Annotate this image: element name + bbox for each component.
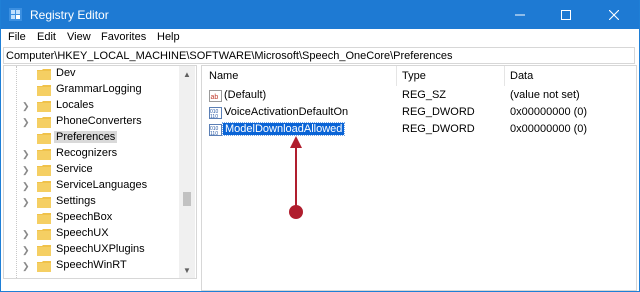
value-data: (value not set) (510, 89, 580, 101)
folder-icon (37, 181, 51, 192)
svg-text:110: 110 (210, 114, 218, 119)
column-header-data[interactable]: Data (510, 70, 533, 82)
tree-item-label: ServiceLanguages (56, 179, 148, 191)
scroll-down-icon[interactable]: ▼ (179, 262, 195, 278)
svg-text:ab: ab (211, 94, 219, 101)
value-name: ModelDownloadAllowed (221, 122, 346, 136)
expand-chevron-icon[interactable]: ❯ (22, 197, 30, 207)
folder-icon (37, 85, 51, 96)
value-name: (Default) (224, 89, 267, 101)
value-type: REG_SZ (402, 89, 447, 101)
tree-item-label: PhoneConverters (56, 115, 142, 127)
value-name: VoiceActivationDefaultOn (224, 106, 349, 118)
values-list[interactable]: Name Type Data ab (Default) REG_SZ (valu… (201, 65, 637, 291)
tree-item-label: Locales (56, 99, 94, 111)
column-divider[interactable] (504, 66, 505, 86)
dword-value-icon: 010 110 (209, 124, 222, 136)
svg-text:110: 110 (210, 131, 218, 136)
folder-icon (37, 165, 51, 176)
folder-icon (37, 133, 51, 144)
tree-item-speechux[interactable]: ❯ SpeechUX (4, 226, 180, 242)
expand-chevron-icon[interactable]: ❯ (22, 165, 30, 175)
window-title: Registry Editor (30, 8, 109, 22)
column-divider[interactable] (396, 66, 397, 86)
tree-item-settings[interactable]: ❯ Settings (4, 194, 180, 210)
menu-help[interactable]: Help (155, 31, 182, 43)
title-bar[interactable]: Registry Editor (1, 0, 639, 29)
value-row-modeldownloadallowed[interactable]: 010 110 ModelDownloadAllowed REG_DWORD 0… (202, 122, 636, 138)
maximize-button[interactable] (543, 0, 589, 29)
tree-item-phoneconverters[interactable]: ❯ PhoneConverters (4, 114, 180, 130)
tree-item-label: SpeechWinRT (56, 259, 127, 271)
tree-item-label: SpeechUXPlugins (56, 243, 145, 255)
tree-scrollbar[interactable]: ▲ ▼ (179, 66, 195, 278)
close-icon (609, 9, 619, 20)
expand-chevron-icon[interactable]: ❯ (22, 149, 30, 159)
value-row-default[interactable]: ab (Default) REG_SZ (value not set) (202, 88, 636, 104)
menu-file[interactable]: File (6, 31, 28, 43)
folder-icon (37, 213, 51, 224)
tree-item-grammarlogging[interactable]: GrammarLogging (4, 82, 180, 98)
column-header-type[interactable]: Type (402, 70, 426, 82)
tree-item-label: Recognizers (56, 147, 118, 159)
scroll-up-icon[interactable]: ▲ (179, 66, 195, 82)
tree-item-service[interactable]: ❯ Service (4, 162, 180, 178)
expand-chevron-icon[interactable]: ❯ (22, 117, 30, 127)
expand-chevron-icon[interactable]: ❯ (22, 229, 30, 239)
expand-chevron-icon[interactable]: ❯ (22, 245, 30, 255)
menu-edit[interactable]: Edit (35, 31, 58, 43)
maximize-icon (561, 9, 571, 20)
tree-item-label: Dev (56, 67, 76, 79)
folder-icon (37, 69, 51, 80)
value-data: 0x00000000 (0) (510, 106, 588, 118)
tree-item-label: SpeechBox (56, 211, 113, 223)
tree-item-recognizers[interactable]: ❯ Recognizers (4, 146, 180, 162)
tree-item-label: GrammarLogging (56, 83, 142, 95)
string-value-icon: ab (209, 90, 222, 102)
tree-item-locales[interactable]: ❯ Locales (4, 98, 180, 114)
tree-item-speechbox[interactable]: SpeechBox (4, 210, 180, 226)
scrollbar-thumb[interactable] (183, 192, 191, 206)
folder-icon (37, 117, 51, 128)
tree-item-preferences[interactable]: Preferences (4, 130, 180, 146)
value-type: REG_DWORD (402, 106, 475, 118)
tree-item-label: Settings (56, 195, 96, 207)
tree-item-label: Preferences (54, 131, 118, 143)
close-button[interactable] (591, 0, 637, 29)
value-row-voiceactivationdefaulton[interactable]: 010 110 VoiceActivationDefaultOn REG_DWO… (202, 105, 636, 121)
registry-editor-window: Registry Editor File Edit View Favorites… (0, 0, 640, 292)
folder-icon (37, 149, 51, 160)
dword-value-icon: 010 110 (209, 107, 222, 119)
menu-bar: File Edit View Favorites Help (1, 29, 639, 47)
folder-icon (37, 245, 51, 256)
expand-chevron-icon[interactable]: ❯ (22, 101, 30, 111)
minimize-icon (515, 14, 525, 15)
tree-item-servicelanguages[interactable]: ❯ ServiceLanguages (4, 178, 180, 194)
tree-item-dev[interactable]: Dev (4, 66, 180, 82)
address-bar[interactable]: Computer\HKEY_LOCAL_MACHINE\SOFTWARE\Mic… (3, 47, 635, 64)
minimize-button[interactable] (497, 0, 543, 29)
folder-icon (37, 261, 51, 272)
tree-item-label: SpeechUX (56, 227, 109, 239)
folder-icon (37, 197, 51, 208)
expand-chevron-icon[interactable]: ❯ (22, 181, 30, 191)
menu-favorites[interactable]: Favorites (99, 31, 148, 43)
expand-chevron-icon[interactable]: ❯ (22, 261, 30, 271)
folder-icon (37, 229, 51, 240)
column-header-name[interactable]: Name (209, 70, 238, 82)
folder-icon (37, 101, 51, 112)
tree-item-speechwinrt[interactable]: ❯ SpeechWinRT (4, 258, 180, 274)
key-tree[interactable]: Dev GrammarLogging ❯ Locales ❯ PhoneConv… (3, 65, 197, 279)
registry-editor-app-icon (9, 8, 22, 21)
menu-view[interactable]: View (65, 31, 93, 43)
tree-item-speechuxplugins[interactable]: ❯ SpeechUXPlugins (4, 242, 180, 258)
value-data: 0x00000000 (0) (510, 123, 588, 135)
tree-item-label: Service (56, 163, 93, 175)
value-type: REG_DWORD (402, 123, 475, 135)
